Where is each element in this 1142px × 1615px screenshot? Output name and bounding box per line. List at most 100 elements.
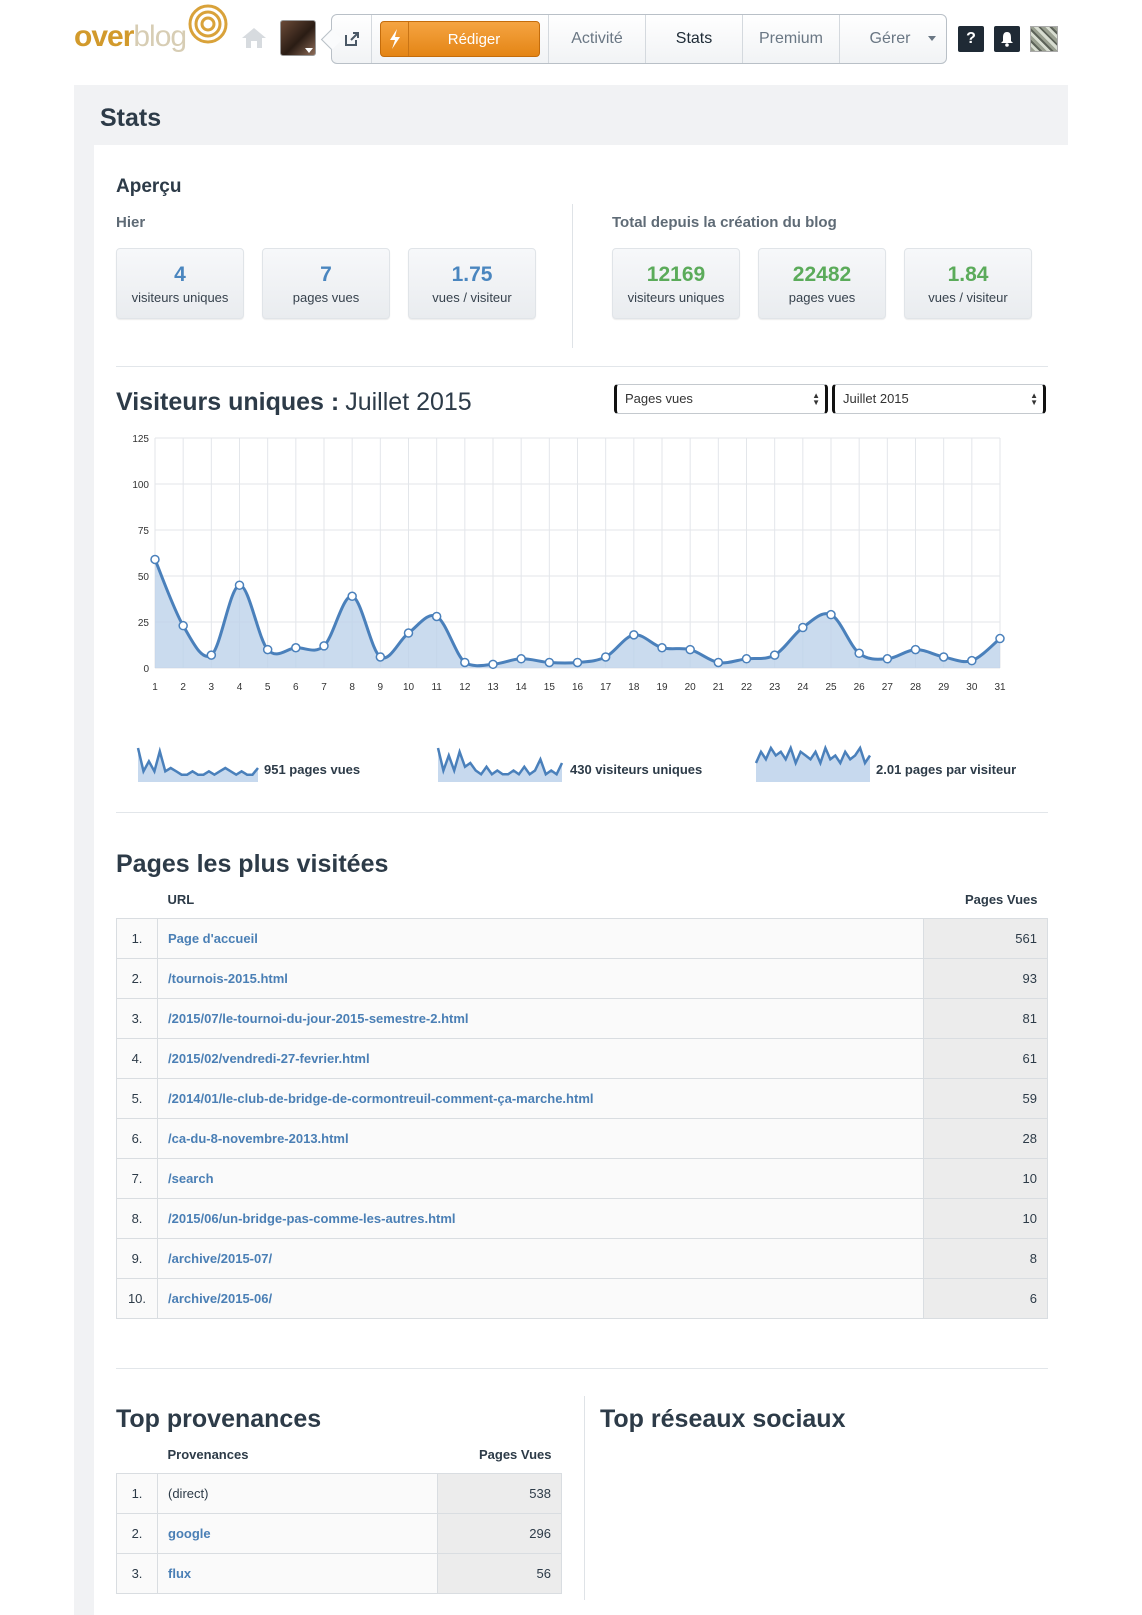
x-tick-label: 20 — [685, 682, 697, 693]
y-tick-label: 100 — [132, 480, 149, 491]
page-link[interactable]: /ca-du-8-novembre-2013.html — [157, 1117, 924, 1159]
bell-icon — [1001, 32, 1013, 47]
month-select[interactable]: Juillet 2015 ▲ ▼ — [832, 384, 1046, 414]
stat-label: pages vues — [292, 290, 360, 305]
nav-gerer-label: Gérer — [869, 30, 911, 47]
bottom-divider — [584, 1396, 585, 1600]
user-avatar[interactable] — [1030, 26, 1058, 52]
top-social-title: Top réseaux sociaux — [600, 1405, 846, 1433]
row-rank: 5. — [116, 1077, 158, 1119]
x-tick-label: 25 — [825, 682, 837, 693]
chart-point — [178, 620, 188, 631]
table-row: 5./2014/01/le-club-de-bridge-de-cormontr… — [116, 1077, 1048, 1119]
row-views: 8 — [923, 1237, 1048, 1279]
write-button-label: Rédiger — [447, 30, 501, 48]
visitors-chart: 02550751001251 2 3 4 5 6 7 8 9 10 11 12 13 14 15 16 17 18… — [132, 434, 1006, 693]
table-row: 1. Page d'accueil 561 — [116, 917, 1048, 959]
row-views: 561 — [923, 917, 1048, 959]
x-tick-label: 2 — [180, 682, 186, 693]
row-views: 61 — [923, 1037, 1048, 1079]
chart-point — [798, 622, 808, 633]
metric-select[interactable]: Pages vues ▲ ▼ — [614, 384, 828, 414]
select-arrows-icon: ▲ ▼ — [812, 391, 820, 407]
page-link[interactable]: /2015/07/le-tournoi-du-jour-2015-semestr… — [157, 997, 924, 1039]
help-button[interactable]: ? — [958, 26, 984, 52]
chart-point — [854, 648, 864, 659]
chart-point — [347, 591, 357, 601]
stat-value: 1.75 — [451, 263, 493, 286]
chart-point — [431, 611, 442, 622]
stat-yesterday-pageviews: 7 pages vues — [262, 248, 390, 319]
chart-point — [967, 655, 977, 666]
stat-label: visiteurs uniques — [627, 290, 725, 305]
page-link[interactable]: /tournois-2015.html — [157, 957, 924, 999]
chart-point — [262, 644, 273, 655]
chart-point — [319, 641, 329, 651]
lightning-icon — [381, 22, 409, 56]
select-arrows-icon: ▲ ▼ — [1030, 391, 1038, 407]
row-rank: 1. — [116, 1472, 158, 1514]
chevron-down-icon — [928, 36, 937, 41]
sparkline-pages-per-visitor-label: 2.01 pages par visiteur — [876, 762, 1017, 777]
chart-point — [234, 580, 245, 590]
metric-select-value: Pages vues — [625, 391, 693, 406]
source-link[interactable]: google — [157, 1512, 438, 1554]
home-icon[interactable] — [240, 26, 268, 50]
x-tick-label: 13 — [487, 682, 499, 693]
page-link[interactable]: /2015/06/un-bridge-pas-comme-les-autres.… — [157, 1197, 924, 1239]
page-link[interactable]: /archive/2015-06/ — [157, 1277, 924, 1319]
stat-value: 4 — [174, 263, 186, 286]
x-tick-label: 28 — [910, 682, 922, 693]
page-link[interactable]: /archive/2015-07/ — [157, 1237, 924, 1279]
blog-avatar-dropdown[interactable] — [280, 20, 316, 56]
stat-value: 7 — [320, 263, 332, 286]
y-tick-label: 125 — [132, 434, 149, 445]
page-link[interactable]: /search — [157, 1157, 924, 1199]
row-rank: 2. — [116, 957, 158, 999]
nav-premium[interactable]: Premium — [742, 15, 839, 63]
page-title: Stats — [100, 104, 162, 132]
section-divider — [116, 1368, 1048, 1369]
chart-title-metric: Visiteurs uniques : — [116, 388, 340, 416]
x-tick-label: 9 — [378, 682, 384, 693]
row-views: 59 — [923, 1077, 1048, 1119]
nav-activite[interactable]: Activité — [548, 15, 645, 63]
top-pages-table: URL Pages Vues 1. Page d'accueil 561 2./tou… — [116, 882, 1048, 1319]
source-link: (direct) — [157, 1472, 438, 1514]
row-views: 93 — [923, 957, 1048, 999]
row-rank: 6. — [116, 1117, 158, 1159]
chart-title: Visiteurs uniques : Juillet 2015 — [116, 388, 472, 417]
chart-point — [882, 654, 893, 664]
notifications-button[interactable] — [994, 26, 1020, 52]
source-link[interactable]: flux — [157, 1552, 438, 1594]
page-link[interactable]: /2015/02/vendredi-27-fevrier.html — [157, 1037, 924, 1079]
sparkline-pages-per-visitor — [754, 744, 872, 782]
page-link[interactable]: /2014/01/le-club-de-bridge-de-cormontreu… — [157, 1077, 924, 1119]
table-row: 9./archive/2015-07/8 — [116, 1237, 1048, 1279]
chart-point — [685, 644, 695, 655]
table-row: 6./ca-du-8-novembre-2013.html 28 — [116, 1117, 1048, 1159]
month-select-value: Juillet 2015 — [843, 391, 909, 406]
stat-value: 22482 — [792, 263, 852, 286]
source-header: Provenances — [167, 1447, 249, 1463]
sparkline-visitors-label: 430 visiteurs uniques — [570, 762, 703, 777]
table-row: 7./search 10 — [116, 1157, 1048, 1199]
stat-total-pageviews: 22482 pages vues — [758, 248, 886, 319]
stat-value: 12169 — [646, 263, 706, 286]
chart-point — [938, 652, 949, 662]
chart-point — [291, 643, 301, 653]
url-header: URL — [167, 892, 195, 908]
open-blog-button[interactable] — [332, 15, 372, 63]
x-tick-label: 23 — [769, 682, 781, 693]
nav-stats[interactable]: Stats — [645, 15, 742, 63]
chart-point — [150, 554, 160, 565]
row-rank: 1. — [116, 917, 158, 959]
x-tick-label: 31 — [994, 682, 1006, 693]
page-link[interactable]: Page d'accueil — [157, 917, 924, 959]
external-link-icon — [344, 32, 359, 46]
nav-gerer[interactable]: Gérer — [839, 15, 946, 63]
overblog-logo[interactable]: overblog — [74, 4, 228, 60]
views-header: Pages Vues — [478, 1447, 552, 1463]
total-label: Total depuis la création du blog — [612, 214, 837, 231]
write-button[interactable]: Rédiger — [380, 21, 540, 57]
